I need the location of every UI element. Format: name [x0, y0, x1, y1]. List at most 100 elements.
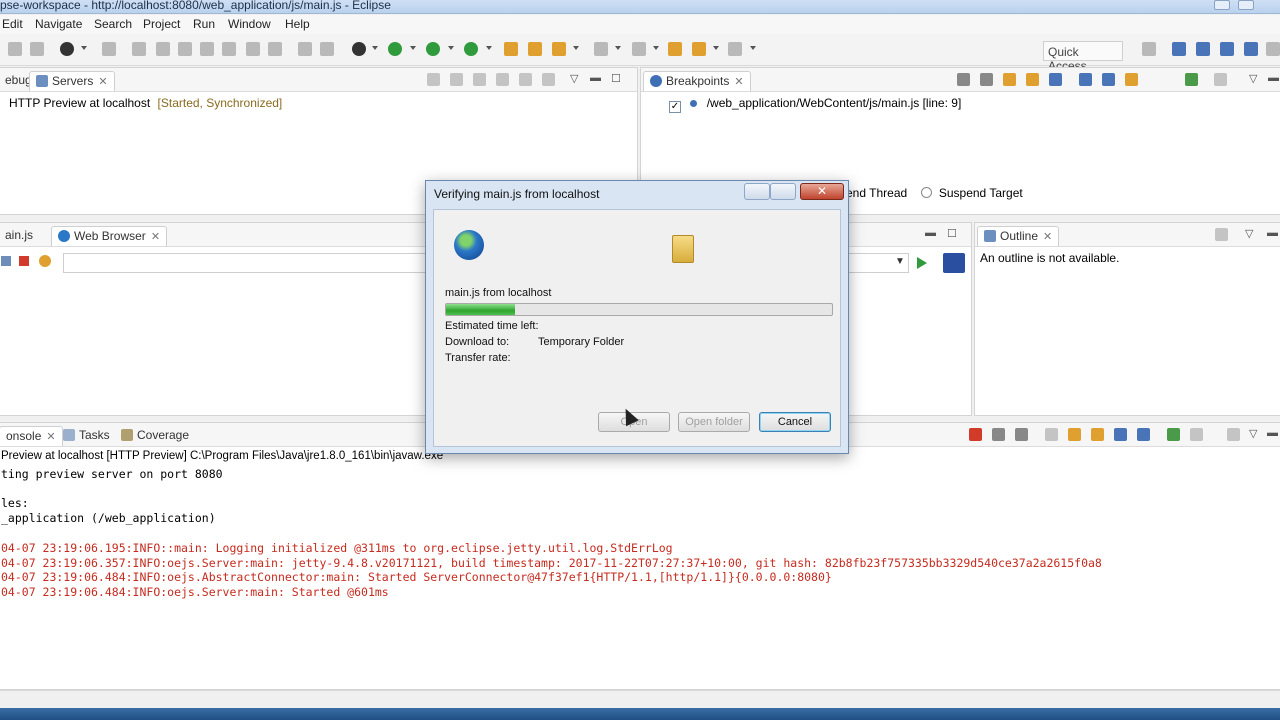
- tab-console[interactable]: onsole ✕: [0, 426, 63, 446]
- go-icon[interactable]: [917, 257, 927, 269]
- last-edit-location-icon[interactable]: [668, 42, 682, 56]
- cancel-button[interactable]: Cancel: [759, 412, 831, 432]
- debug-server-icon[interactable]: [450, 73, 463, 86]
- drop-to-frame-icon[interactable]: [298, 42, 312, 56]
- show-breakpoints-icon[interactable]: [1003, 73, 1016, 86]
- use-step-filters-icon[interactable]: [320, 42, 334, 56]
- scroll-lock-icon[interactable]: [1068, 428, 1081, 441]
- open-task-icon[interactable]: [528, 42, 542, 56]
- publish-icon[interactable]: [542, 73, 555, 86]
- minimize-icon[interactable]: ▬: [1268, 72, 1279, 84]
- menu-help[interactable]: Help: [285, 17, 310, 31]
- breakpoint-checkbox[interactable]: ✓: [669, 101, 681, 113]
- stop-icon[interactable]: [19, 256, 29, 266]
- maximize-window-button[interactable]: [1238, 0, 1254, 10]
- close-icon[interactable]: ✕: [1043, 231, 1052, 243]
- stop-server-icon[interactable]: [519, 73, 532, 86]
- new-icon[interactable]: [8, 42, 22, 56]
- minimize-icon[interactable]: ▬: [590, 72, 601, 84]
- dialog-close-button[interactable]: ✕: [800, 183, 844, 200]
- chevron-down-icon[interactable]: [410, 46, 416, 52]
- java-ee-perspective-icon[interactable]: [1172, 42, 1186, 56]
- menu-edit[interactable]: Edit: [2, 17, 23, 31]
- pin-console-icon[interactable]: [1167, 428, 1180, 441]
- chevron-down-icon[interactable]: [573, 46, 579, 52]
- menu-project[interactable]: Project: [143, 17, 180, 31]
- step-into-icon[interactable]: [222, 42, 236, 56]
- display-console-icon[interactable]: [1190, 428, 1203, 441]
- view-menu-icon[interactable]: ▽: [1249, 427, 1257, 440]
- close-icon[interactable]: ✕: [151, 231, 160, 243]
- chevron-down-icon[interactable]: [448, 46, 454, 52]
- chevron-down-icon[interactable]: [615, 46, 621, 52]
- view-options-icon[interactable]: [1214, 73, 1227, 86]
- step-return-icon[interactable]: [268, 42, 282, 56]
- maximize-icon[interactable]: ☐: [947, 227, 957, 240]
- dialog-maximize-button[interactable]: [770, 183, 796, 200]
- breakpoint-entry[interactable]: ✓ /web_application/WebContent/js/main.js…: [669, 96, 961, 113]
- tab-servers[interactable]: Servers ✕: [29, 71, 115, 91]
- git-perspective-icon[interactable]: [1244, 42, 1258, 56]
- disconnect-icon[interactable]: [200, 42, 214, 56]
- open-external-browser-icon[interactable]: [943, 253, 965, 273]
- quick-access-input[interactable]: Quick Access: [1043, 41, 1123, 73]
- tab-coverage[interactable]: Coverage: [115, 426, 195, 446]
- remove-all-terminated-icon[interactable]: [1015, 428, 1028, 441]
- word-wrap-icon[interactable]: [1091, 428, 1104, 441]
- view-menu-icon[interactable]: ▽: [570, 72, 578, 85]
- run-icon[interactable]: [388, 42, 402, 56]
- suspend-target-radio[interactable]: [920, 187, 932, 198]
- chevron-down-icon[interactable]: ▼: [895, 256, 905, 267]
- expand-all-icon[interactable]: [1079, 73, 1092, 86]
- tab-web-browser[interactable]: Web Browser ✕: [51, 226, 168, 246]
- server-entry[interactable]: HTTP Preview at localhost [Started, Sync…: [9, 96, 282, 110]
- chevron-down-icon[interactable]: [750, 46, 756, 52]
- remove-breakpoint-icon[interactable]: [957, 73, 970, 86]
- web-browser-icon[interactable]: [60, 42, 74, 56]
- minimize-icon[interactable]: ▬: [1267, 227, 1278, 239]
- chevron-down-icon[interactable]: [653, 46, 659, 52]
- resource-perspective-icon[interactable]: [1266, 42, 1280, 56]
- go-to-file-icon[interactable]: [1026, 73, 1039, 86]
- skip-all-breakpoints-icon[interactable]: [1049, 73, 1062, 86]
- remove-launch-icon[interactable]: [992, 428, 1005, 441]
- next-annotation-icon[interactable]: [594, 42, 608, 56]
- debug-perspective-icon[interactable]: [1220, 42, 1234, 56]
- chevron-down-icon[interactable]: [713, 46, 719, 52]
- open-folder-button[interactable]: Open folder: [678, 412, 750, 432]
- tab-tasks[interactable]: Tasks: [57, 426, 116, 446]
- refresh-icon[interactable]: [39, 255, 51, 267]
- close-icon[interactable]: ✕: [734, 76, 743, 88]
- open-console-icon[interactable]: [1227, 428, 1240, 441]
- menu-window[interactable]: Window: [228, 17, 271, 31]
- view-options-icon[interactable]: [1215, 228, 1228, 241]
- menu-search[interactable]: Search: [94, 17, 132, 31]
- clear-console-icon[interactable]: [1045, 428, 1058, 441]
- previous-annotation-icon[interactable]: [632, 42, 646, 56]
- minimize-icon[interactable]: ▬: [1267, 427, 1278, 439]
- java-perspective-icon[interactable]: [1196, 42, 1210, 56]
- menu-navigate[interactable]: Navigate: [35, 17, 82, 31]
- forward-icon[interactable]: [728, 42, 742, 56]
- terminate-icon[interactable]: [969, 428, 982, 441]
- remove-all-breakpoints-icon[interactable]: [980, 73, 993, 86]
- save-icon[interactable]: [30, 42, 44, 56]
- coverage-icon[interactable]: [426, 42, 440, 56]
- link-with-debug-view-icon[interactable]: [1125, 73, 1138, 86]
- tab-breakpoints[interactable]: Breakpoints ✕: [643, 71, 751, 91]
- resume-icon[interactable]: [132, 42, 146, 56]
- show-on-stderr-icon[interactable]: [1137, 428, 1150, 441]
- external-tools-icon[interactable]: [464, 42, 478, 56]
- debug-icon[interactable]: [352, 42, 366, 56]
- collapse-all-icon[interactable]: [1102, 73, 1115, 86]
- start-server-icon[interactable]: [473, 73, 486, 86]
- suspend-icon[interactable]: [156, 42, 170, 56]
- menu-run[interactable]: Run: [193, 17, 215, 31]
- open-type-icon[interactable]: [504, 42, 518, 56]
- open-perspective-icon[interactable]: [1142, 42, 1156, 56]
- minimize-window-button[interactable]: [1214, 0, 1230, 10]
- chevron-down-icon[interactable]: [486, 46, 492, 52]
- forward-icon[interactable]: [1, 256, 11, 266]
- maximize-icon[interactable]: ☐: [611, 72, 621, 85]
- close-icon[interactable]: ✕: [46, 431, 55, 443]
